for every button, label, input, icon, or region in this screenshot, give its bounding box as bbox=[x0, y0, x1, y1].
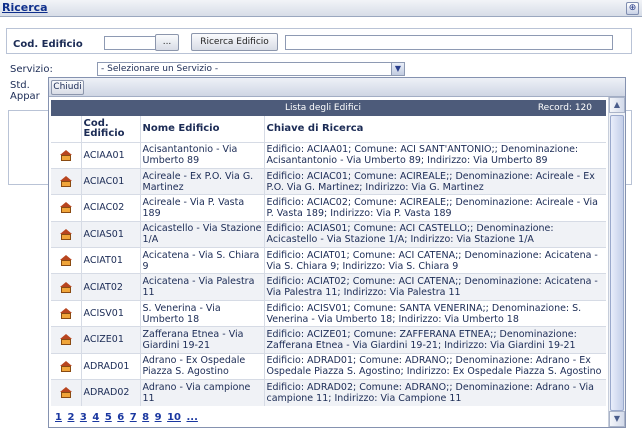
cell-code: ADRAD02 bbox=[80, 379, 140, 406]
cell-name: Zafferana Etnea - Via Giardini 19-21 bbox=[139, 326, 264, 354]
list-header: Lista degli Edifici Record: 120 bbox=[51, 100, 606, 116]
cell-code: ADRAD01 bbox=[80, 352, 140, 380]
search-key-input[interactable] bbox=[285, 35, 613, 50]
column-header-code[interactable]: Cod. Edificio bbox=[80, 116, 140, 142]
scroll-up-icon[interactable]: ▲ bbox=[609, 97, 625, 113]
cell-code: ACIAT01 bbox=[80, 247, 140, 274]
building-icon[interactable] bbox=[60, 360, 73, 372]
cell-name: Acicatena - Via Palestra 11 bbox=[139, 273, 264, 301]
column-header-key[interactable]: Chiave di Ricerca bbox=[263, 116, 606, 142]
cell-name: Acisantantonio - Via Umberto 89 bbox=[139, 141, 264, 169]
page-link[interactable]: 3 bbox=[80, 412, 87, 423]
cell-key: Edificio: ACIAA01; Comune: ACI SANT'ANTO… bbox=[263, 141, 606, 169]
scroll-down-icon[interactable]: ▼ bbox=[609, 411, 625, 427]
building-icon[interactable] bbox=[60, 334, 73, 346]
cell-code: ACIAT02 bbox=[80, 273, 140, 301]
cell-code: ACIAA01 bbox=[80, 141, 140, 169]
page-link[interactable]: 7 bbox=[130, 412, 137, 423]
cell-key: Edificio: ADRAD01; Comune: ADRANO;; Deno… bbox=[263, 352, 606, 380]
cell-key: Edificio: ACIAT01; Comune: ACI CATENA;; … bbox=[263, 247, 606, 274]
building-icon[interactable] bbox=[60, 176, 73, 188]
building-icon[interactable] bbox=[60, 308, 73, 320]
appar-label: Appar bbox=[10, 91, 40, 102]
table-header-row: Cod. Edificio Nome Edificio Chiave di Ri… bbox=[51, 116, 606, 142]
table-row[interactable]: ADRAD02 Adrano - Via campione 11 Edifici… bbox=[51, 379, 606, 406]
table-row[interactable]: ACIAT01 Acicatena - Via S. Chiara 9 Edif… bbox=[51, 247, 606, 274]
page-link[interactable]: 2 bbox=[67, 412, 74, 423]
list-title: Lista degli Edifici bbox=[285, 103, 361, 113]
title-bar: Ricerca ⊕ bbox=[0, 0, 642, 17]
record-count: Record: 120 bbox=[537, 103, 592, 113]
cell-key: Edificio: ACIAS01; Comune: ACI CASTELLO;… bbox=[263, 220, 606, 248]
cell-key: Edificio: ADRAD02; Comune: ADRANO;; Deno… bbox=[263, 379, 606, 406]
cell-code: ACIAC01 bbox=[80, 167, 140, 195]
table-row[interactable]: ACIAC02 Acireale - Via P. Vasta 189 Edif… bbox=[51, 194, 606, 222]
building-list-popup: Chiudi Lista degli Edifici Record: 120 C… bbox=[48, 77, 626, 428]
vertical-scrollbar[interactable]: ▲ ▼ bbox=[608, 97, 625, 427]
page-link-more[interactable]: ... bbox=[186, 412, 197, 423]
column-header-name[interactable]: Nome Edificio bbox=[139, 116, 264, 142]
building-icon[interactable] bbox=[60, 202, 73, 214]
cell-code: ACIAS01 bbox=[80, 220, 140, 248]
cell-key: Edificio: ACIAC02; Comune: ACIREALE;; De… bbox=[263, 194, 606, 222]
cell-name: Acireale - Ex P.O. Via G. Martinez bbox=[139, 167, 264, 195]
page-link[interactable]: 8 bbox=[142, 412, 149, 423]
icon-column-header bbox=[51, 116, 81, 142]
browse-button[interactable]: ... bbox=[155, 34, 179, 51]
table-row[interactable]: ADRAD01 Adrano - Ex Ospedale Piazza S. A… bbox=[51, 352, 606, 380]
chevron-down-icon[interactable]: ▼ bbox=[391, 63, 404, 75]
building-icon[interactable] bbox=[60, 149, 73, 161]
cell-key: Edificio: ACIAT02; Comune: ACI CATENA;; … bbox=[263, 273, 606, 301]
cell-code: ACIZE01 bbox=[80, 326, 140, 354]
cell-name: S. Venerina - Via Umberto 18 bbox=[139, 299, 264, 327]
table-row[interactable]: ACISV01 S. Venerina - Via Umberto 18 Edi… bbox=[51, 299, 606, 327]
cell-code: ACIAC02 bbox=[80, 194, 140, 222]
page-link[interactable]: 1 bbox=[55, 412, 62, 423]
cell-name: Acireale - Via P. Vasta 189 bbox=[139, 194, 264, 222]
building-icon[interactable] bbox=[60, 255, 73, 267]
building-icon[interactable] bbox=[60, 281, 73, 293]
table-row[interactable]: ACIAA01 Acisantantonio - Via Umberto 89 … bbox=[51, 141, 606, 169]
popup-toolbar: Chiudi bbox=[49, 78, 625, 97]
page-link[interactable]: 6 bbox=[117, 412, 124, 423]
page-link[interactable]: 10 bbox=[167, 412, 181, 423]
servizio-select[interactable]: - Selezionare un Servizio - ▼ bbox=[97, 62, 405, 76]
cell-key: Edificio: ACISV01; Comune: SANTA VENERIN… bbox=[263, 299, 606, 327]
app-icon[interactable]: ⊕ bbox=[626, 2, 639, 15]
table-row[interactable]: ACIAS01 Acicastello - Via Stazione 1/A E… bbox=[51, 220, 606, 248]
table-row[interactable]: ACIZE01 Zafferana Etnea - Via Giardini 1… bbox=[51, 326, 606, 354]
building-table: Cod. Edificio Nome Edificio Chiave di Ri… bbox=[51, 116, 606, 406]
page-title[interactable]: Ricerca bbox=[2, 1, 48, 14]
page-link[interactable]: 9 bbox=[155, 412, 162, 423]
page-link[interactable]: 5 bbox=[105, 412, 112, 423]
page-link[interactable]: 4 bbox=[92, 412, 99, 423]
cell-name: Acicatena - Via S. Chiara 9 bbox=[139, 247, 264, 274]
cod-edificio-label: Cod. Edificio bbox=[13, 39, 83, 50]
cell-name: Adrano - Via campione 11 bbox=[139, 379, 264, 406]
building-icon[interactable] bbox=[60, 228, 73, 240]
servizio-selected-value: - Selezionare un Servizio - bbox=[101, 64, 219, 74]
ricerca-edificio-button[interactable]: Ricerca Edificio bbox=[191, 33, 278, 51]
cell-code: ACISV01 bbox=[80, 299, 140, 327]
cell-key: Edificio: ACIAC01; Comune: ACIREALE;; De… bbox=[263, 167, 606, 195]
cell-key: Edificio: ACIZE01; Comune: ZAFFERANA ETN… bbox=[263, 326, 606, 354]
std-label: Std. bbox=[10, 80, 30, 91]
building-icon[interactable] bbox=[60, 387, 73, 399]
cell-name: Adrano - Ex Ospedale Piazza S. Agostino bbox=[139, 352, 264, 380]
close-button[interactable]: Chiudi bbox=[51, 80, 84, 95]
cell-name: Acicastello - Via Stazione 1/A bbox=[139, 220, 264, 248]
table-row[interactable]: ACIAC01 Acireale - Ex P.O. Via G. Martin… bbox=[51, 167, 606, 195]
pagination: 1 2 3 4 5 6 7 8 9 10 ... bbox=[55, 412, 200, 423]
cod-edificio-input[interactable] bbox=[104, 36, 156, 50]
servizio-label: Servizio: bbox=[10, 64, 53, 75]
table-row[interactable]: ACIAT02 Acicatena - Via Palestra 11 Edif… bbox=[51, 273, 606, 301]
scroll-thumb[interactable] bbox=[610, 115, 624, 411]
